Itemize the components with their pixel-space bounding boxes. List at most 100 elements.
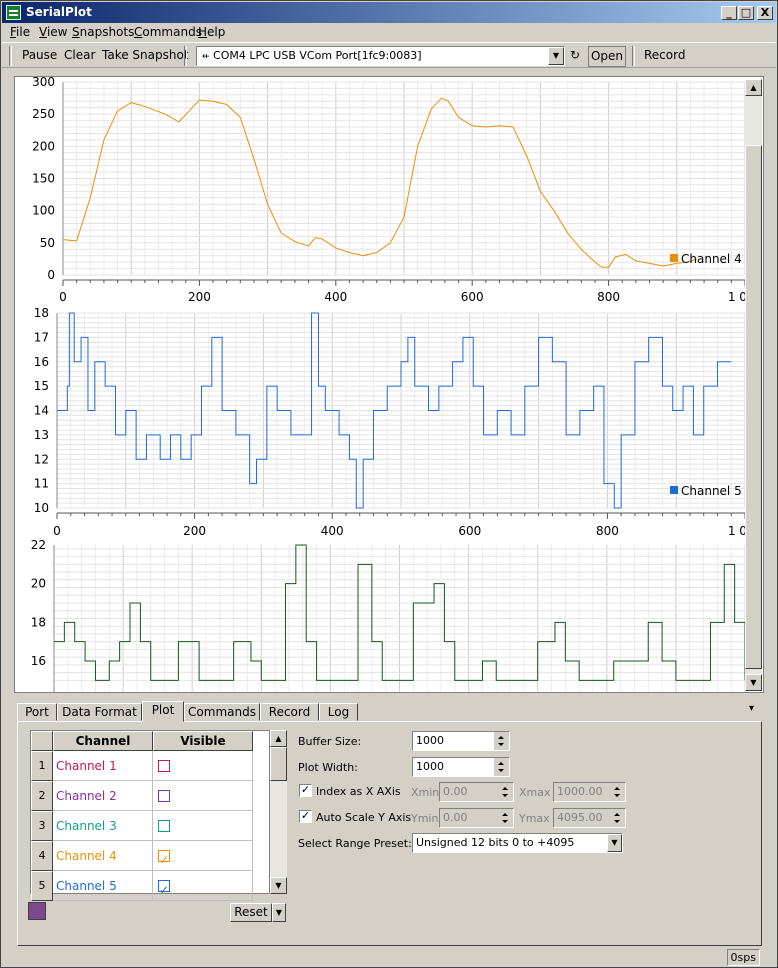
x-tick-label: 200 [183,524,206,538]
tab-plot[interactable]: Plot [142,701,184,722]
menu-view[interactable]: View [39,25,67,39]
refresh-icon[interactable]: ↻ [570,48,580,62]
channel-name-cell[interactable]: Channel 4 [53,841,153,871]
plot-panel-2: 10111213141516171802004006008001 000Chan… [34,306,762,538]
xmin-value: 0.00 [443,785,468,798]
legend-label: Channel 5 [681,484,742,498]
scroll-thumb[interactable] [745,145,762,669]
toolbar-grip[interactable] [632,46,635,66]
plot-width-value: 1000 [416,760,444,773]
y-tick-label: 150 [32,172,55,186]
xmax-spinbox[interactable]: 1000.00 [553,782,626,802]
minimize-button[interactable]: _ [721,6,737,20]
table-scrollbar[interactable]: ▲ ▼ [270,730,287,894]
channel-color-swatch[interactable] [28,902,46,920]
scroll-up-icon[interactable]: ▲ [745,79,762,96]
table-corner[interactable] [31,731,53,751]
range-preset-select[interactable]: Unsigned 12 bits 0 to +4095 ▼ [412,833,623,853]
y-tick-label: 10 [34,501,49,515]
index-as-x-checkbox[interactable]: ✓ [299,784,312,797]
scroll-thumb[interactable] [270,747,287,781]
tab-log[interactable]: Log [319,703,358,721]
open-button[interactable]: Open [588,46,626,67]
title-bar[interactable]: SerialPlot _ □ X [2,2,776,23]
x-tick-label: 600 [461,290,484,304]
spin-arrows-icon[interactable] [494,758,509,776]
visible-checkbox[interactable] [158,760,170,772]
reset-button[interactable]: Reset [230,903,272,922]
plot-scrollbar[interactable]: ▲ ▼ [745,79,762,691]
y-tick-label: 20 [31,577,46,591]
y-tick-label: 14 [34,404,49,418]
ymin-spinbox[interactable]: 0.00 [439,808,514,828]
channel-name-cell[interactable]: Channel 3 [53,811,153,841]
spin-arrows-icon[interactable] [610,783,625,801]
auto-scale-y-checkbox[interactable]: ✓ [299,810,312,823]
x-tick-label: 400 [324,290,347,304]
maximize-button[interactable]: □ [738,6,754,20]
pause-button[interactable]: Pause [22,48,57,62]
channel-visible-cell [153,781,253,811]
buffer-size-spinbox[interactable]: 1000 [412,731,510,751]
menu-commands[interactable]: Commands [134,25,202,39]
channel-name-cell[interactable]: Channel 5 [53,871,153,901]
tabs-overflow-icon[interactable]: ▾ [749,703,754,714]
tab-record[interactable]: Record [260,703,319,721]
record-button[interactable]: Record [644,48,685,62]
spin-arrows-icon[interactable] [498,783,513,801]
row-number[interactable]: 2 [31,781,53,811]
buffer-size-label: Buffer Size: [298,735,362,748]
clear-button[interactable]: Clear [64,48,95,62]
port-select[interactable]: ⇷ COM4 LPC USB VCom Port[1fc9:0083] ▼ [196,46,565,66]
spin-arrows-icon[interactable] [610,809,625,827]
row-number[interactable]: 4 [31,841,53,871]
visible-checkbox[interactable] [158,845,170,875]
take-snapshot-button[interactable]: Take Snapshot [102,48,189,62]
tab-data-format[interactable]: Data Format [57,703,142,721]
menu-file[interactable]: File [10,25,30,39]
y-tick-label: 16 [34,355,49,369]
spin-arrows-icon[interactable] [494,732,509,750]
plot-width-spinbox[interactable]: 1000 [412,757,510,777]
settings-panel: Port Data Format Plot Commands Record Lo… [14,701,764,946]
tab-commands[interactable]: Commands [184,703,260,721]
reset-menu-icon[interactable]: ▼ [272,903,286,922]
x-tick-label: 800 [597,290,620,304]
legend-swatch [670,486,678,494]
plot-panel-3: 16 18 20 22 [31,538,746,692]
y-tick-label: 18 [31,615,46,629]
chevron-down-icon[interactable]: ▼ [607,834,622,852]
channel-name-cell[interactable]: Channel 1 [53,751,153,781]
ymax-spinbox[interactable]: 4095.00 [553,808,626,828]
scroll-down-icon[interactable]: ▼ [270,877,287,894]
x-tick-label: 600 [458,524,481,538]
visible-column-header[interactable]: Visible [153,731,253,751]
row-number[interactable]: 1 [31,751,53,781]
menu-snapshots[interactable]: Snapshots [72,25,134,39]
channel-name-cell[interactable]: Channel 2 [53,781,153,811]
scroll-up-icon[interactable]: ▲ [270,730,287,747]
plot-area[interactable]: 05010015020025030002004006008001 000Chan… [14,76,764,693]
chevron-down-icon[interactable]: ▼ [548,47,564,65]
menu-help[interactable]: Help [198,25,225,39]
channel-visible-cell [153,841,253,875]
visible-checkbox[interactable] [158,875,170,905]
channels-table[interactable]: Channel Visible 1 Channel 1 2 Channel 2 3 Cha… [30,730,270,905]
xmin-spinbox[interactable]: 0.00 [439,782,514,802]
visible-checkbox[interactable] [158,790,170,802]
visible-checkbox[interactable] [158,820,170,832]
row-number[interactable]: 5 [31,871,53,901]
toolbar-grip[interactable] [9,46,12,66]
auto-scale-y-label: Auto Scale Y Axis [316,811,412,824]
y-tick-label: 16 [31,654,46,668]
spin-arrows-icon[interactable] [498,809,513,827]
channel-column-header[interactable]: Channel [53,731,153,751]
usb-icon: ⇷ [202,52,210,62]
row-number[interactable]: 3 [31,811,53,841]
tab-port[interactable]: Port [17,703,57,721]
toolbar-grip[interactable] [184,46,187,66]
scroll-down-icon[interactable]: ▼ [745,674,762,691]
plot-panel-1: 05010015020025030002004006008001 000Chan… [32,77,762,304]
xmax-value: 1000.00 [557,785,603,798]
close-button[interactable]: X [757,6,773,20]
